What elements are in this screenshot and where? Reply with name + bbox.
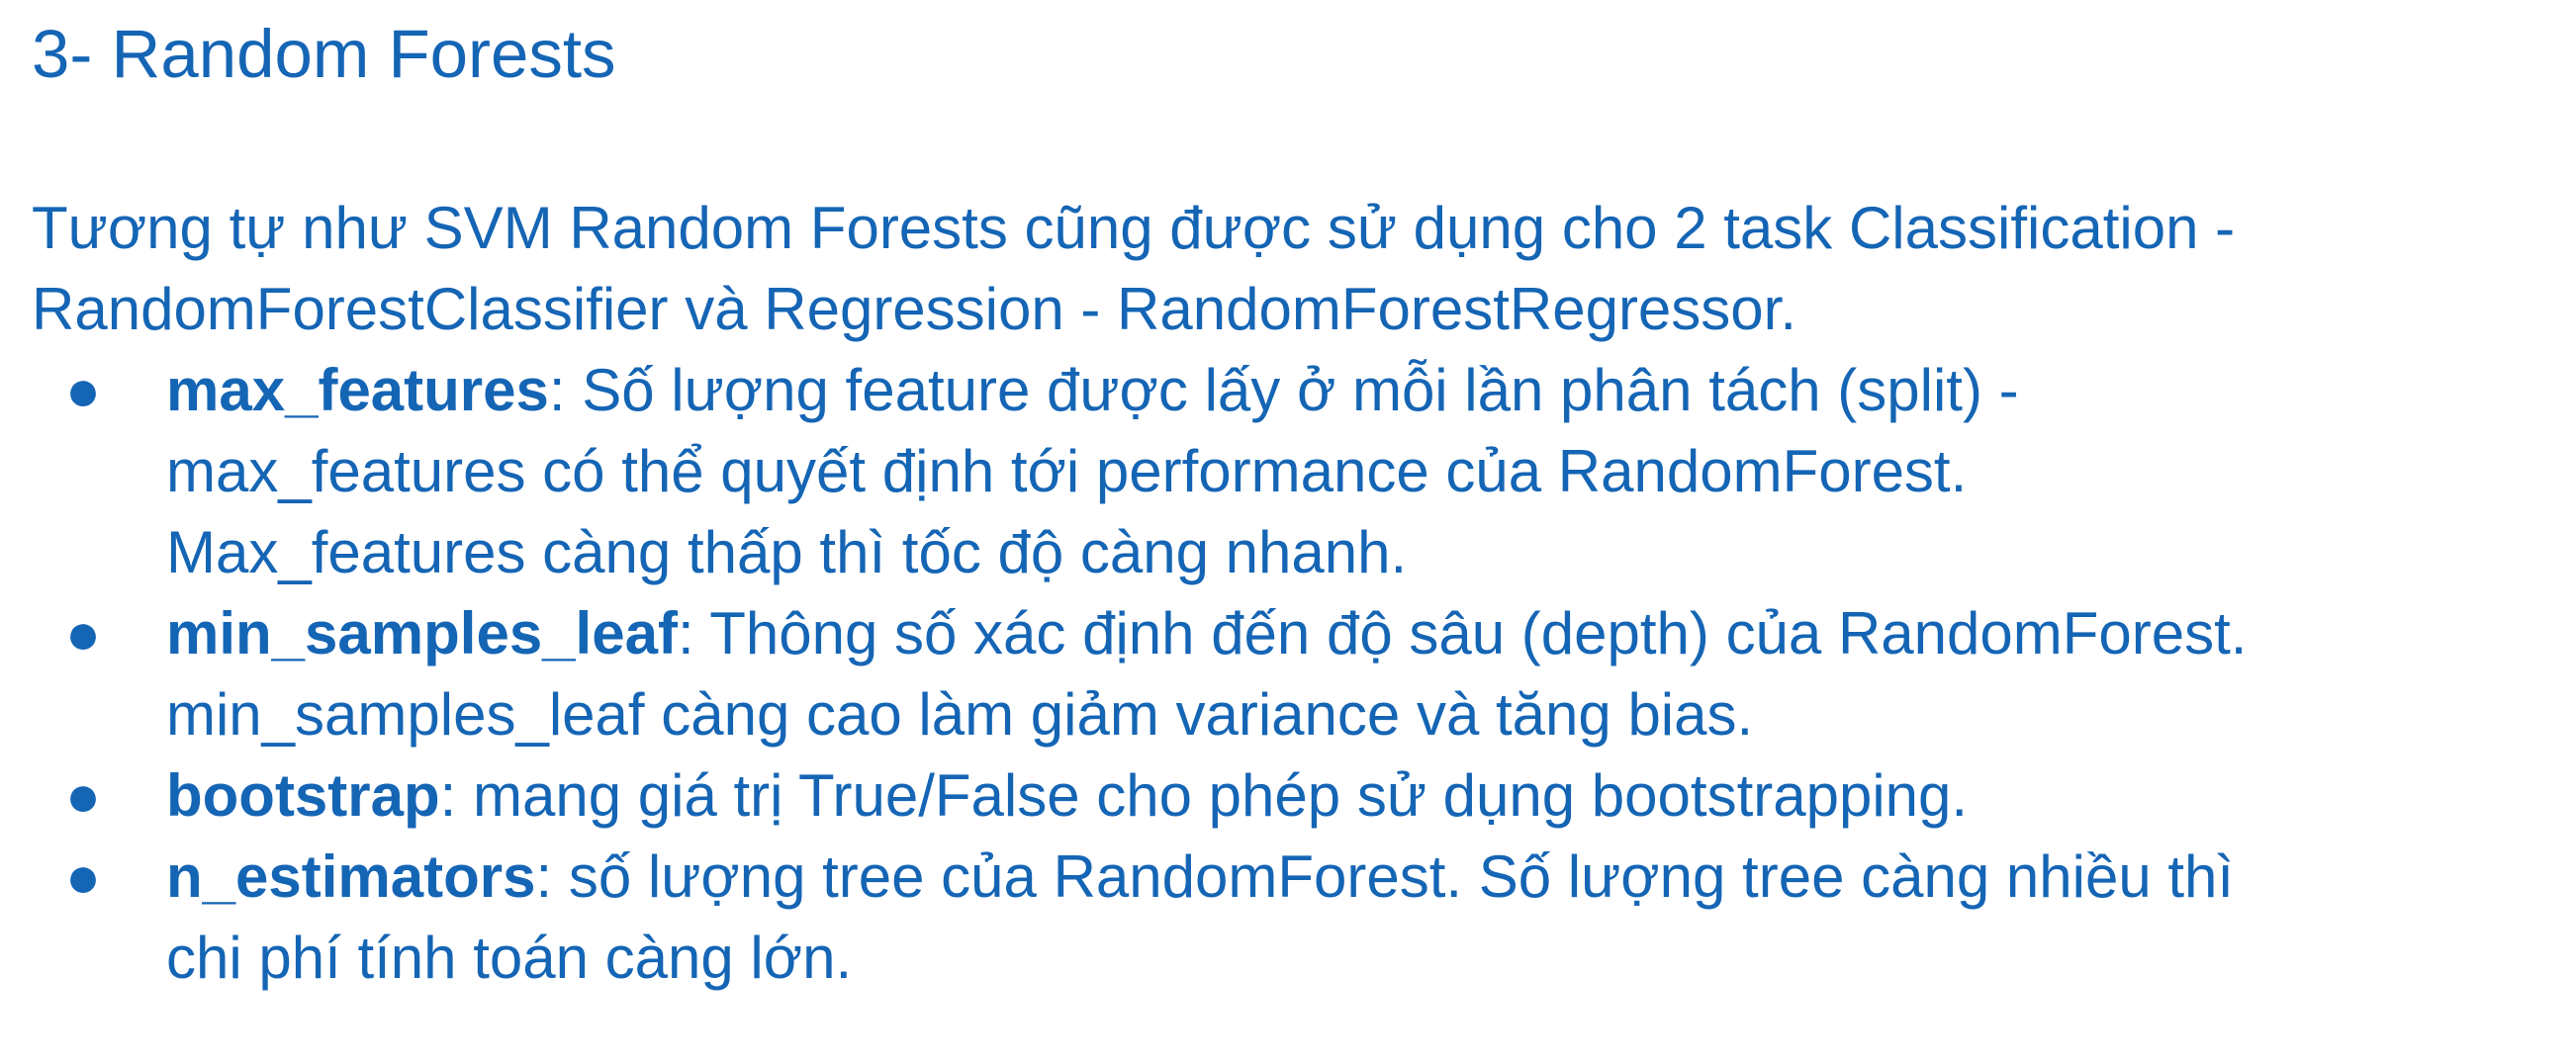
item-continuation-line: Max_features càng thấp thì tốc độ càng n… <box>166 519 1408 585</box>
list-item-bootstrap: ● bootstrap: mang giá trị True/False cho… <box>0 755 2572 837</box>
param-description: : số lượng tree của RandomForest. Số lượ… <box>535 843 2235 910</box>
intro-paragraph: Tương tự như SVM Random Forests cũng đượ… <box>32 188 2564 350</box>
list-item-n-estimators: ● n_estimators: số lượng tree của Random… <box>0 837 2572 999</box>
intro-line: RandomForestClassifier và Regression - R… <box>32 276 1797 342</box>
list-item-min-samples-leaf: ● min_samples_leaf: Thông số xác định đế… <box>0 593 2572 755</box>
intro-line: Tương tự như SVM Random Forests cũng đượ… <box>32 195 2236 261</box>
bullet-icon: ● <box>64 600 102 666</box>
item-continuation-line: min_samples_leaf càng cao làm giảm varia… <box>166 681 1754 748</box>
param-term: max_features <box>166 357 549 423</box>
param-description: : Số lượng feature được lấy ở mỗi lần ph… <box>548 357 2019 423</box>
param-description: : mang giá trị True/False cho phép sử dụ… <box>439 762 1969 829</box>
bullet-icon: ● <box>64 762 102 829</box>
parameter-list: ● max_features: Số lượng feature được lấ… <box>0 350 2572 999</box>
item-continuation-line: chi phí tính toán càng lớn. <box>166 925 853 991</box>
param-term: n_estimators <box>166 843 536 910</box>
item-first-line: n_estimators: số lượng tree của RandomFo… <box>166 837 2572 918</box>
item-first-line: max_features: Số lượng feature được lấy … <box>166 350 2572 431</box>
section-title: 3- Random Forests <box>32 16 616 92</box>
item-first-line: bootstrap: mang giá trị True/False cho p… <box>166 755 2572 837</box>
item-continuation-line: max_features có thể quyết định tới perfo… <box>166 438 1968 504</box>
bullet-icon: ● <box>64 357 102 423</box>
list-item-max-features: ● max_features: Số lượng feature được lấ… <box>0 350 2572 593</box>
param-term: bootstrap <box>166 762 440 829</box>
param-description: : Thông số xác định đến độ sâu (depth) c… <box>677 600 2248 666</box>
item-first-line: min_samples_leaf: Thông số xác định đến … <box>166 593 2572 674</box>
param-term: min_samples_leaf <box>166 600 678 666</box>
bullet-icon: ● <box>64 843 102 910</box>
